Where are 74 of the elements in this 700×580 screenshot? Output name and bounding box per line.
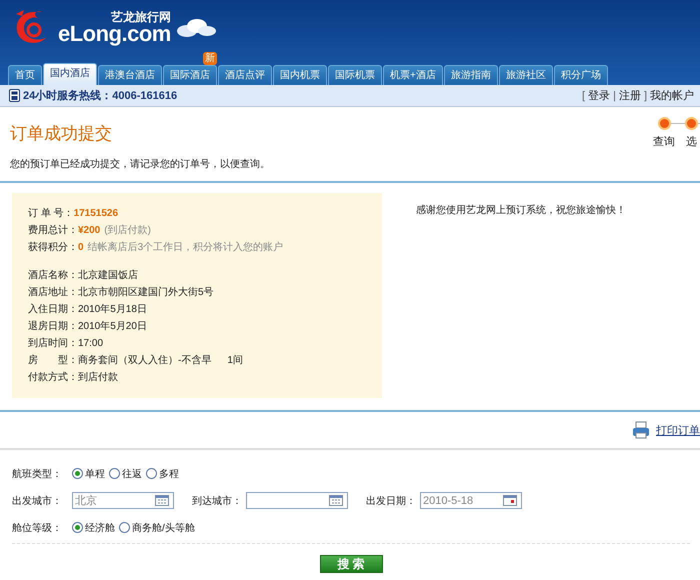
- nav-tab[interactable]: 港澳台酒店: [98, 65, 162, 85]
- search-button[interactable]: 搜 索: [320, 555, 382, 573]
- field-label: 费用总计：: [28, 224, 78, 238]
- logo-wordmark: eLong.com: [58, 23, 171, 45]
- radio-button[interactable]: [109, 468, 120, 479]
- phone-icon: [9, 89, 20, 102]
- field-value: 0: [78, 241, 84, 255]
- radio-label: 往返: [122, 468, 142, 480]
- link-separator: |: [613, 90, 616, 102]
- field-label: 出发城市：: [12, 494, 62, 508]
- step-label: 查询: [653, 135, 675, 149]
- field-note: 结帐离店后3个工作日，积分将计入您的账户: [88, 240, 284, 255]
- list-icon: [329, 495, 343, 506]
- link-separator: ]: [644, 90, 647, 102]
- field-value: 北京市朝阳区建国门外大街5号: [78, 286, 214, 300]
- field-value: 2010年5月18日: [78, 303, 147, 317]
- radio-label: 多程: [159, 468, 179, 480]
- field-label: 出发日期：: [366, 494, 416, 508]
- input-field[interactable]: 2010-5-18: [420, 492, 522, 509]
- nav-tab[interactable]: 国际机票: [328, 65, 382, 85]
- list-icon: [155, 495, 169, 506]
- nav-tab[interactable]: 国内酒店: [43, 63, 97, 85]
- page-subtitle: 您的预订单已经成功提交，请记录您的订单号，以便查询。: [10, 158, 270, 171]
- step-label: 选: [686, 135, 697, 149]
- field-value: ¥200: [78, 224, 100, 238]
- field-label: 付款方式：: [28, 370, 78, 385]
- field-value: 商务套间（双人入住）-不含早: [78, 354, 212, 368]
- nav-tab[interactable]: 国内机票: [273, 65, 327, 85]
- input-field[interactable]: [246, 492, 348, 509]
- radio-button[interactable]: [119, 522, 130, 533]
- printer-icon: [632, 421, 650, 439]
- account-link[interactable]: 我的帐户: [650, 88, 694, 103]
- nav-tab[interactable]: 国际酒店: [163, 65, 217, 85]
- field-label: 退房日期：: [28, 320, 78, 334]
- nav-tab[interactable]: 首页: [8, 65, 42, 85]
- field-value: 到店付款: [78, 370, 118, 385]
- field-note: (到店付款): [104, 224, 151, 238]
- print-order-link[interactable]: 打印订单: [656, 422, 700, 438]
- radio-label: 经济舱: [85, 522, 115, 534]
- thanks-message: 感谢您使用艺龙网上预订系统，祝您旅途愉快！: [416, 204, 626, 218]
- radio-button[interactable]: [72, 522, 83, 533]
- input-field[interactable]: 北京: [72, 492, 174, 509]
- field-label: 订 单 号：: [28, 206, 74, 221]
- field-label: 酒店地址：: [28, 286, 78, 300]
- nav-tab[interactable]: 旅游指南: [444, 65, 498, 85]
- room-count: 1间: [227, 354, 243, 368]
- field-label: 房 型：: [28, 354, 78, 368]
- field-label: 酒店名称：: [28, 268, 78, 283]
- logo-chinese-name: 艺龙旅行网: [110, 11, 171, 23]
- radio-label: 单程: [85, 468, 105, 480]
- account-link[interactable]: 注册: [618, 88, 641, 103]
- nav-tab[interactable]: 积分广场: [554, 65, 608, 85]
- nav-tab[interactable]: 旅游社区: [498, 65, 553, 85]
- field-value: 17151526: [74, 207, 118, 221]
- radio-label: 商务舱/头等舱: [132, 522, 195, 534]
- hotline-text: 24小时服务热线：4006-161616: [23, 88, 178, 103]
- link-separator: [: [582, 90, 586, 102]
- nav-tab[interactable]: 机票+酒店: [383, 65, 443, 85]
- account-link[interactable]: 登录: [588, 88, 610, 103]
- nav-tab[interactable]: 酒店点评: [218, 65, 272, 85]
- radio-button[interactable]: [146, 468, 157, 479]
- field-value: 17:00: [78, 337, 104, 351]
- field-label: 航班类型：: [12, 468, 62, 480]
- field-label: 舱位等级：: [12, 522, 62, 534]
- field-label: 入住日期：: [28, 302, 78, 317]
- field-value: 北京建国饭店: [78, 268, 138, 283]
- radio-button[interactable]: [72, 468, 83, 479]
- new-badge: 新: [203, 52, 217, 65]
- page-title: 订单成功提交: [10, 123, 113, 145]
- field-label: 到店时间：: [28, 336, 78, 351]
- field-label: 获得积分：: [28, 240, 78, 255]
- field-label: 到达城市：: [192, 494, 242, 508]
- field-value: 2010年5月20日: [78, 320, 147, 334]
- calendar-icon: [503, 495, 517, 506]
